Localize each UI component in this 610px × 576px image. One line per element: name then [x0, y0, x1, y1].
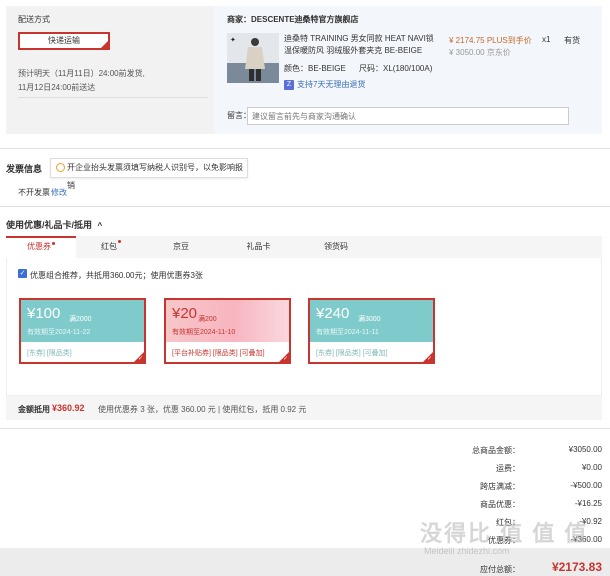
quantity: x1: [542, 35, 551, 44]
total-row-value: ¥3050.00: [568, 445, 602, 454]
total-row-label: 总商品金额：: [472, 446, 520, 455]
tab-jingdou[interactable]: 京豆: [146, 236, 216, 258]
coupon-amount: ¥100: [27, 305, 61, 322]
total-row-label: 运费：: [496, 464, 520, 473]
product-size: 尺码：XL(180/100A): [359, 64, 433, 73]
discount-summary-amount: ¥360.92: [52, 403, 85, 413]
coupon-amount: ¥240: [316, 305, 350, 322]
product-thumbnail[interactable]: ✦: [227, 33, 279, 83]
message-input[interactable]: [247, 107, 569, 125]
coupon-condition: 满2000: [69, 316, 92, 323]
check-icon: ✓: [426, 356, 432, 362]
total-row-value: -¥500.00: [570, 481, 602, 490]
shipping-method-button[interactable]: 快递运输: [18, 32, 110, 50]
tab-label: 红包: [101, 242, 117, 251]
total-row-label: 跨店满减：: [480, 482, 520, 491]
stock-status: 有货: [564, 36, 580, 45]
invoice-tip-text: 开企业抬头发票须填写纳税人识别号，以免影响报销: [67, 163, 243, 190]
discount-summary-note: 使用优惠券 3 张，优惠 360.00 元 | 使用红包，抵用 0.92 元: [98, 405, 307, 414]
invoice-value: 不开发票: [18, 188, 50, 197]
coupon-section-label: 使用优惠/礼品卡/抵用: [6, 220, 93, 230]
product-name[interactable]: 迪桑特 TRAINING 男女同款 HEAT NAVI锁温保暖防风 羽绒服外套夹…: [284, 33, 434, 57]
coupon-validity: 有效期至2024-11-22: [27, 329, 91, 336]
selected-corner-icon: [101, 41, 108, 48]
watermark-url: Meideiii zhidezhi.com: [424, 546, 510, 556]
lightbulb-icon: [56, 163, 65, 172]
coupon-card[interactable]: ¥20 满200 有效期至2024-11-10 [平台补贴券] [限品类] [可…: [164, 298, 291, 364]
divider: [18, 97, 208, 98]
divider: [0, 428, 610, 429]
coupon-card[interactable]: ¥100 满2000 有效期至2024-11-22 [东券] [限品类] ✓: [19, 298, 146, 364]
divider: [0, 206, 610, 207]
coupon-section-title[interactable]: 使用优惠/礼品卡/抵用 ^: [6, 218, 102, 231]
chevron-up-icon: ^: [97, 221, 103, 230]
svg-text:✦: ✦: [230, 36, 236, 44]
tab-label: 领货码: [324, 242, 348, 251]
tab-redpacket[interactable]: 红包: [76, 236, 146, 258]
check-icon: ✓: [282, 356, 288, 362]
total-row-value: ¥0.00: [581, 463, 602, 472]
shipping-method-label: 快递运输: [48, 36, 80, 45]
check-icon: ✓: [137, 356, 143, 362]
pay-total-label: 应付总额：: [480, 565, 520, 574]
coupon-amount: ¥20: [172, 305, 198, 322]
coupon-condition: 满3000: [358, 316, 381, 323]
return-policy-label: 支持7天无理由退货: [297, 80, 366, 89]
tab-pickup-code[interactable]: 领货码: [301, 236, 371, 258]
invoice-title: 发票信息: [6, 164, 43, 174]
return-policy[interactable]: Z 支持7天无理由退货: [284, 79, 365, 90]
shop-name: 商家：DESCENTE迪桑特官方旗舰店: [227, 15, 359, 24]
coupon-validity: 有效期至2024-11-11: [316, 329, 379, 336]
shipping-estimate-line1: 预计明天（11月11日）24:00前发货,: [18, 69, 145, 78]
product-image-icon: ✦: [227, 33, 279, 83]
combo-checkbox[interactable]: ✓: [18, 269, 27, 278]
tab-coupon[interactable]: 优惠券: [6, 236, 76, 258]
tab-giftcard[interactable]: 礼品卡: [216, 236, 301, 258]
product-color: 颜色：BE-BEIGE: [284, 64, 346, 73]
tab-label: 京豆: [173, 242, 189, 251]
total-row-value: -¥16.25: [574, 499, 602, 508]
shipping-title: 配送方式: [18, 15, 50, 24]
coupon-tags: [东券] [限品类]: [27, 350, 72, 357]
discount-summary-label: 金额抵用: [18, 405, 50, 414]
coupon-tabs: 优惠券 红包 京豆 礼品卡 领货码: [6, 236, 602, 258]
badge-dot-icon: [118, 240, 121, 243]
coupon-card[interactable]: ¥240 满3000 有效期至2024-11-11 [东券] [限品类] [可叠…: [308, 298, 435, 364]
tab-label: 礼品卡: [246, 242, 271, 251]
shipping-estimate-line2: 11月12日24:00前送达: [18, 83, 96, 92]
return-policy-icon: Z: [284, 79, 294, 90]
invoice-modify-link[interactable]: 修改: [51, 187, 67, 198]
invoice-tooltip: 开企业抬头发票须填写纳税人识别号，以免影响报销: [50, 158, 248, 190]
badge-dot-icon: [52, 242, 55, 245]
coupon-validity: 有效期至2024-11-10: [172, 329, 236, 336]
plus-price: ¥ 2174.75 PLUS到手价: [449, 36, 532, 45]
coupon-tags: [平台补贴券] [限品类] [可叠加]: [172, 350, 265, 357]
coupon-condition: 满200: [198, 316, 217, 323]
original-price: ¥ 3050.00 京东价: [449, 48, 511, 57]
divider: [0, 148, 610, 149]
tab-label: 优惠券: [27, 242, 51, 251]
coupon-tags: [东券] [限品类] [可叠加]: [316, 350, 388, 357]
total-row-label: 商品优惠：: [480, 500, 520, 509]
combo-text: 优惠组合推荐，共抵用360.00元；使用优惠券3张: [30, 271, 203, 280]
pay-total-amount: ¥2173.83: [551, 560, 602, 574]
watermark: 没得比 值 值 值: [420, 521, 589, 546]
